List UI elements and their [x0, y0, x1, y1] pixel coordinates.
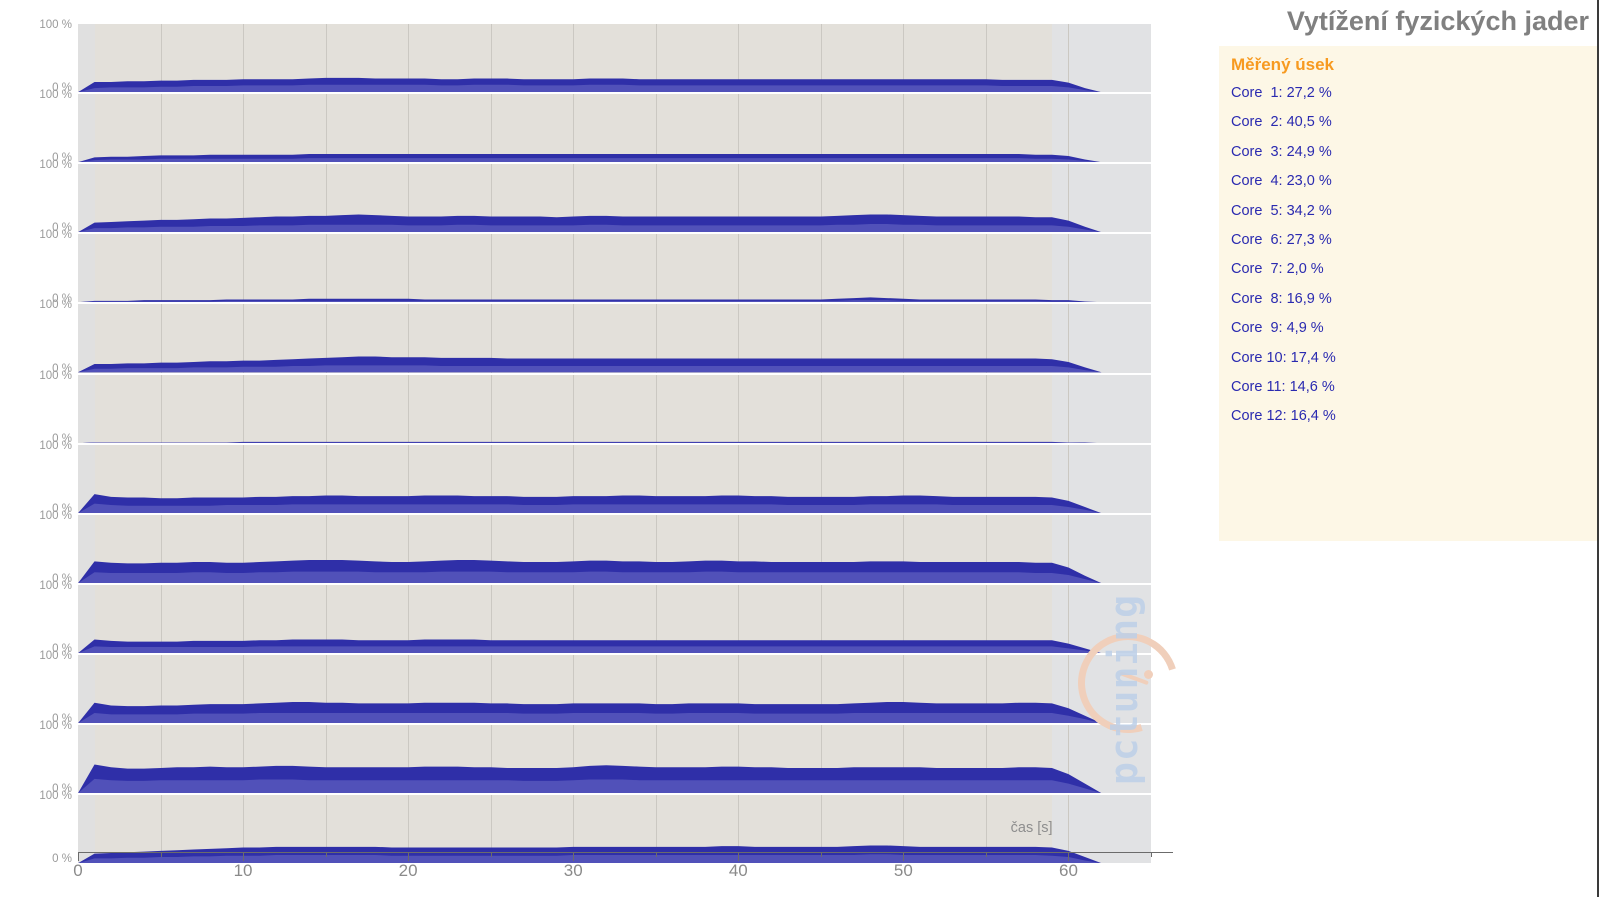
- x-axis-line: [78, 852, 1151, 853]
- series-inner-area: [78, 571, 1102, 583]
- cpu-core-usage-chart: 100 % 0 % 100 % 0 % 100 % 0 % 100 % 0 % 100 % 0 %…: [0, 0, 1196, 897]
- legend-item-core-3: Core 3: 24,9 %: [1231, 143, 1332, 160]
- y-axis-label-max: 100 %: [39, 159, 72, 172]
- y-axis-label-max: 100 %: [39, 229, 72, 242]
- core-usage-area-plot: [78, 214, 1102, 233]
- core-panel: [78, 234, 1151, 303]
- core-usage-area-plot: [78, 639, 1102, 653]
- y-axis-label-max: 100 %: [39, 790, 72, 803]
- legend-list: Core 1: 27,2 % Core 2: 40,5 % Core 3: 24,9…: [1231, 79, 1599, 432]
- x-axis-tick-major: [903, 852, 905, 861]
- legend-item-core-11: Core 11: 14,6 %: [1231, 378, 1335, 395]
- series-inner-area: [78, 778, 1102, 794]
- x-axis-tick-label: 40: [728, 861, 748, 880]
- x-axis-tick-minor: [160, 852, 162, 857]
- x-axis-tick-minor: [655, 852, 657, 857]
- legend-item-core-12: Core 12: 16,4 %: [1231, 408, 1336, 425]
- x-axis-tick-label: 0: [73, 861, 83, 880]
- x-axis-tick-major: [78, 852, 79, 861]
- legend-item-core-9: Core 9: 4,9 %: [1231, 320, 1324, 337]
- x-axis-tick-minor: [820, 852, 822, 857]
- legend-heading: Měřený úsek: [1231, 55, 1334, 74]
- core-usage-area-plot: [78, 764, 1102, 794]
- x-axis-title: čas [s]: [1010, 820, 1053, 836]
- y-axis-label-max: 100 %: [39, 89, 72, 102]
- x-axis-tick-label: 50: [893, 861, 913, 880]
- x-axis-tick-label: 60: [1058, 861, 1078, 880]
- legend-item-core-8: Core 8: 16,9 %: [1231, 290, 1332, 307]
- x-axis-tick-major: [573, 852, 575, 861]
- x-axis-tick-major: [408, 852, 410, 861]
- core-panel: [78, 795, 1151, 864]
- core-usage-area-plot: [78, 701, 1102, 724]
- core-panel: [78, 584, 1151, 653]
- legend-item-core-1: Core 1: 27,2 %: [1231, 85, 1332, 101]
- core-panel: [78, 374, 1151, 443]
- core-usage-area-plot: [78, 154, 1102, 163]
- series-inner-area: [78, 646, 1102, 653]
- x-axis-tick-major: [1068, 852, 1070, 861]
- x-axis-tick-minor: [1151, 852, 1152, 857]
- core-usage-area-plot: [78, 77, 1102, 93]
- core-usage-area-plot: [78, 559, 1102, 583]
- y-axis-labels: 100 % 0 % 100 % 0 % 100 % 0 % 100 % 0 % 100 % 0 %…: [0, 0, 72, 897]
- y-axis-label-min: 0 %: [52, 853, 72, 866]
- core-usage-area-plot: [78, 297, 1102, 303]
- y-axis-label-max: 100 %: [39, 649, 72, 662]
- y-axis-label-max: 100 %: [39, 509, 72, 522]
- page-title: Vytížení fyzických jader: [1286, 6, 1589, 36]
- legend-item-core-4: Core 4: 23,0 %: [1231, 173, 1332, 190]
- core-panel: [78, 444, 1151, 513]
- series-inner-area: [78, 712, 1102, 724]
- core-panel: [78, 514, 1151, 583]
- core-panel: [78, 164, 1151, 233]
- y-axis-label-max: 100 %: [39, 720, 72, 732]
- x-axis-line-extension: [1151, 852, 1173, 853]
- y-axis-label-max: 100 %: [39, 579, 72, 592]
- legend-item-core-2: Core 2: 40,5 %: [1231, 114, 1332, 131]
- core-panel: [78, 24, 1151, 93]
- core-panel: [78, 725, 1151, 794]
- legend-item-core-6: Core 6: 27,3 %: [1231, 231, 1332, 248]
- core-panel: [78, 654, 1151, 724]
- x-axis-tick-minor: [985, 852, 987, 857]
- y-axis-label-max: 100 %: [39, 439, 72, 452]
- screenshot-root: 100 % 0 % 100 % 0 % 100 % 0 % 100 % 0 % 100 % 0 %…: [0, 0, 1599, 897]
- legend-item-core-7: Core 7: 2,0 %: [1231, 261, 1324, 278]
- x-axis-tick-minor: [325, 852, 327, 857]
- legend-item-core-10: Core 10: 17,4 %: [1231, 349, 1336, 366]
- core-panel: [78, 304, 1151, 373]
- y-axis-label-max: 100 %: [39, 299, 72, 312]
- side-panel: Vytížení fyzických jader Měřený úsek Cor…: [1190, 0, 1599, 897]
- x-axis-tick-minor: [490, 852, 492, 857]
- core-usage-area-plot: [78, 493, 1102, 513]
- x-axis-tick-label: 10: [233, 861, 253, 880]
- core-usage-area-plot: [78, 441, 1102, 443]
- x-axis-tick-label: 20: [398, 861, 418, 880]
- core-usage-area-plot: [78, 356, 1102, 373]
- series-inner-area: [78, 442, 1102, 443]
- core-usage-area-plot: [78, 845, 1102, 864]
- y-axis-label-max: 100 %: [39, 369, 72, 382]
- x-axis-tick-major: [243, 852, 245, 861]
- legend-box: Měřený úsek Core 1: 27,2 % Core 2: 40,5 %…: [1219, 46, 1599, 541]
- core-panel: [78, 94, 1151, 163]
- x-axis-tick-major: [738, 852, 740, 861]
- y-axis-label-max: 100 %: [39, 19, 72, 31]
- series-inner-area: [78, 503, 1102, 513]
- x-axis-tick-label: 30: [563, 861, 583, 880]
- legend-item-core-5: Core 5: 34,2 %: [1231, 202, 1332, 219]
